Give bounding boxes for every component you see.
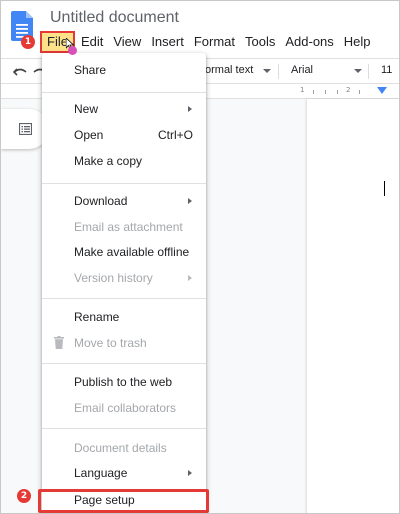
menu-item-email-as-attachment: Email as attachment [42,215,206,239]
ruler-tick [325,90,326,94]
menu-item-label: Share [74,63,107,77]
menu-divider [42,298,206,299]
document-page[interactable] [307,99,399,513]
menu-item-language[interactable]: Language [42,461,206,485]
ruler-tick [313,90,314,94]
undo-icon[interactable] [13,64,27,78]
menu-item-label: Rename [74,310,120,324]
chevron-right-icon [188,275,192,281]
app-window: Untitled document File Edit View Insert … [0,0,400,514]
trash-icon [54,336,64,349]
ruler-tick [337,90,338,94]
paragraph-style-select[interactable]: ormal text [205,64,253,76]
menu-item-document-details: Document details [42,436,206,460]
menu-item-publish-to-the-web[interactable]: Publish to the web [42,370,206,394]
chevron-down-icon[interactable] [354,69,362,73]
menu-divider [42,183,206,184]
right-indent-marker[interactable] [377,87,387,94]
menu-divider [42,428,206,429]
document-title[interactable]: Untitled document [50,9,179,27]
page-setup-highlight [38,489,209,513]
menu-item-label: Language [74,466,128,480]
menu-item-label: Email collaborators [74,401,177,415]
menu-item-label: Make a copy [74,154,143,168]
menu-item-version-history: Version history [42,266,206,290]
text-cursor [384,181,385,196]
chevron-down-icon[interactable] [263,69,271,73]
menu-item-label: New [74,102,99,116]
menu-item-rename[interactable]: Rename [42,305,206,329]
menu-item-label: Document details [74,441,167,455]
menu-item-label: Email as attachment [74,220,183,234]
file-menu-dropdown: Share New Open Ctrl+O Make a copy Downlo… [42,53,206,513]
menu-divider [42,363,206,364]
chevron-right-icon [188,106,192,112]
menu-item-share[interactable]: Share [42,58,206,82]
ruler-number: 1 [300,86,305,94]
step-2-badge: 2 [17,489,31,503]
menu-tools[interactable]: Tools [240,32,280,52]
ruler-tick [359,90,360,94]
menu-item-label: Move to trash [74,336,147,350]
menu-add-ons[interactable]: Add-ons [280,32,338,52]
menu-insert[interactable]: Insert [146,32,189,52]
menu-item-email-collaborators: Email collaborators [42,396,206,420]
menu-view[interactable]: View [108,32,146,52]
menu-item-move-to-trash: Move to trash [42,331,206,355]
chevron-right-icon [188,470,192,476]
step-1-badge: 1 [21,35,35,49]
menu-format[interactable]: Format [189,32,240,52]
menu-item-label: Version history [74,271,153,285]
menu-item-label: Publish to the web [74,375,173,389]
menu-divider [42,92,206,93]
font-select[interactable]: Arial [291,64,313,76]
font-size-input[interactable]: 11 [381,64,392,76]
ruler-number: 2 [346,86,351,94]
menu-item-make-available-offline[interactable]: Make available offline [42,240,206,264]
menu-item-label: Download [74,194,128,208]
click-indicator [68,46,77,55]
menu-help[interactable]: Help [339,32,376,52]
menu-item-download[interactable]: Download [42,189,206,213]
menu-bar: File Edit View Insert Format Tools Add-o… [40,31,376,53]
toolbar-divider [368,64,369,79]
menu-item-open[interactable]: Open Ctrl+O [42,123,206,147]
menu-item-label: Make available offline [74,245,190,259]
toolbar-divider [278,64,279,79]
shortcut-label: Ctrl+O [157,128,193,142]
chevron-right-icon [188,198,192,204]
menu-item-label: Open [74,128,104,142]
menu-item-make-a-copy[interactable]: Make a copy [42,149,206,173]
outline-icon [19,123,32,135]
menu-item-new[interactable]: New [42,97,206,121]
menu-edit[interactable]: Edit [76,32,108,52]
